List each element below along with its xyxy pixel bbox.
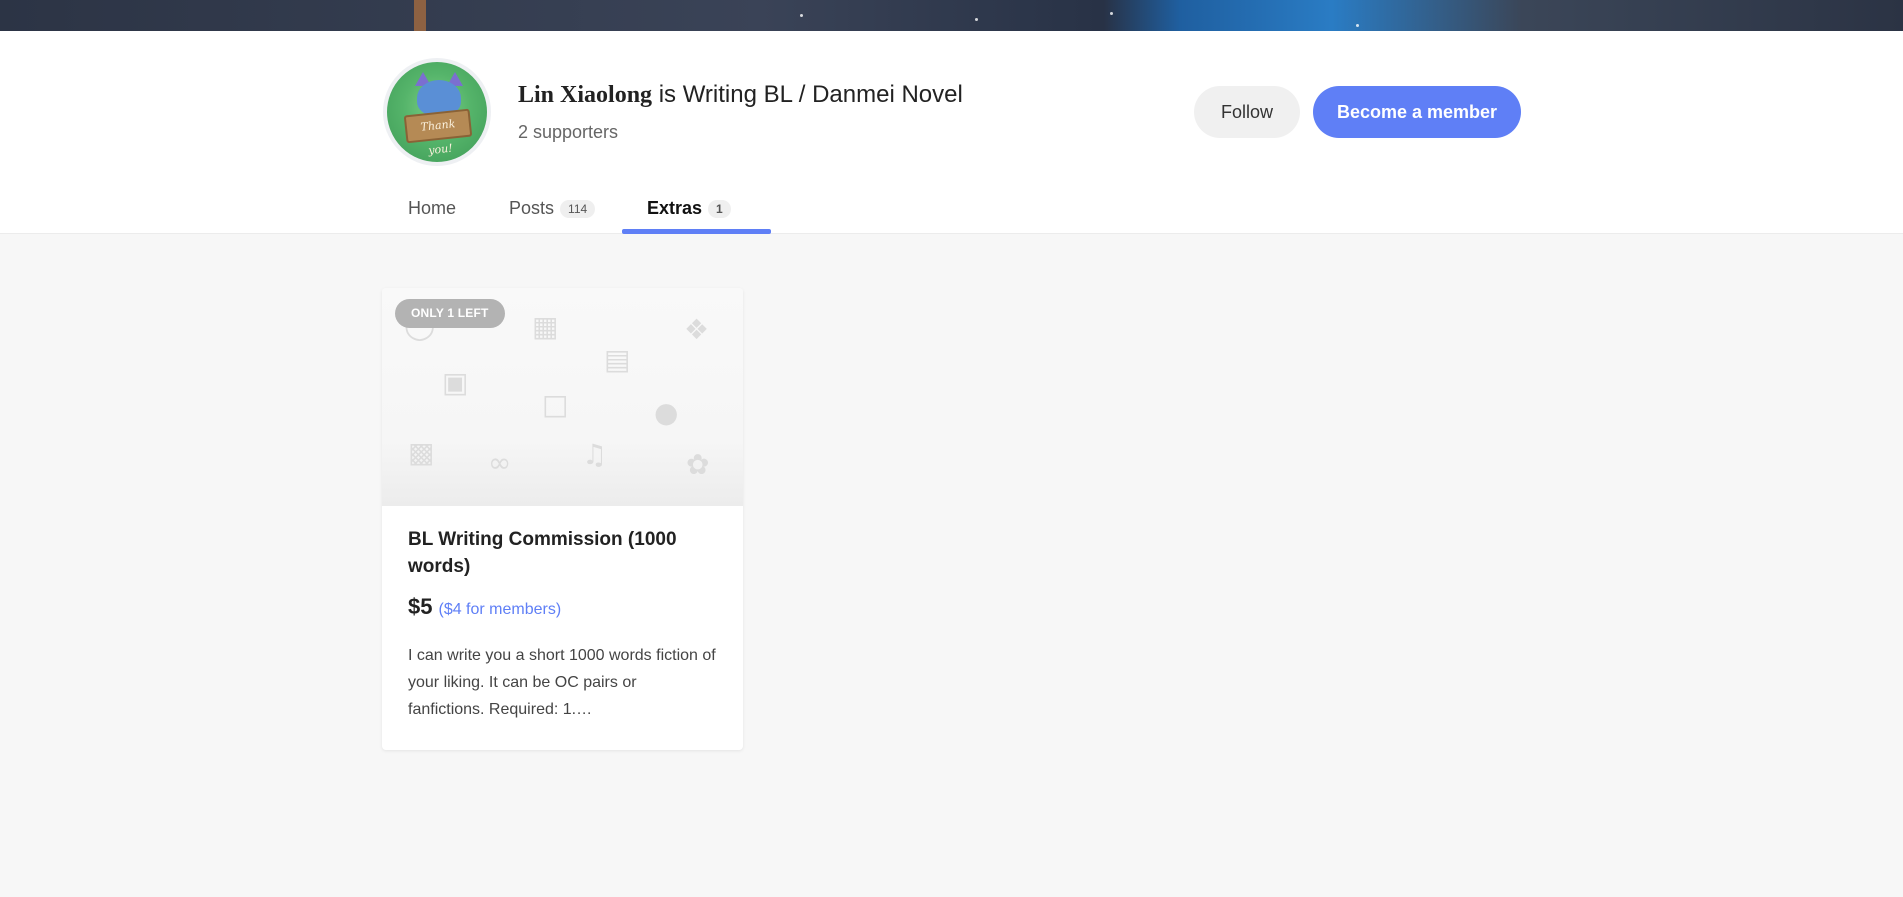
page-title: Lin Xiaolong is Writing BL / Danmei Nove…	[518, 81, 963, 109]
tab-label: Posts	[509, 198, 555, 218]
tab-count-badge: 114	[560, 200, 596, 219]
stock-badge: ONLY 1 LEFT	[395, 299, 505, 328]
tab-home[interactable]: Home	[383, 191, 481, 234]
tab-label: Extras	[647, 198, 703, 218]
follow-button[interactable]: Follow	[1194, 86, 1300, 138]
extra-title[interactable]: BL Writing Commission (1000 words)	[408, 526, 717, 580]
lock-icon: ▩	[408, 436, 435, 469]
tab-extras[interactable]: Extras 1	[622, 191, 771, 234]
star-decoration	[975, 18, 978, 21]
tab-count-badge: 1	[708, 200, 731, 219]
microphone-icon: ●	[654, 396, 679, 429]
banner-stripe	[414, 0, 426, 31]
link-icon: ∞	[488, 446, 512, 479]
extra-description: I can write you a short 1000 words ficti…	[408, 647, 716, 718]
extra-price: $5	[408, 594, 433, 619]
supporter-count[interactable]: 2 supporters	[518, 122, 618, 143]
cover-banner	[0, 0, 1903, 31]
palette-icon: ✿	[686, 448, 710, 481]
star-decoration	[800, 14, 803, 17]
price-row: $5 ($4 for members)	[408, 594, 717, 620]
star-decoration	[1110, 12, 1113, 15]
avatar-sign-text: Thank you!	[403, 108, 473, 157]
film-icon: ▤	[604, 343, 631, 376]
avatar[interactable]: Thank you!	[383, 58, 491, 166]
card-image: ◯ ▦ ▤ ❖ ▣ □ ● ▩ ∞ ♫ ✿ ONLY 1 LEFT	[382, 288, 743, 506]
document-icon: ▣	[442, 366, 469, 399]
star-decoration	[1356, 24, 1359, 27]
gamepad-icon: ❖	[684, 313, 710, 346]
become-member-button[interactable]: Become a member	[1313, 86, 1521, 138]
tab-label: Home	[408, 198, 457, 218]
gift-icon: □	[542, 388, 569, 421]
member-price: ($4 for members)	[438, 601, 562, 618]
extra-card[interactable]: ◯ ▦ ▤ ❖ ▣ □ ● ▩ ∞ ♫ ✿ ONLY 1 LEFT BL Wri…	[382, 288, 743, 750]
calendar-icon: ▦	[532, 310, 559, 343]
card-body: BL Writing Commission (1000 words) $5 ($4…	[382, 506, 743, 723]
creator-tagline: is Writing BL / Danmei Novel	[652, 81, 963, 108]
tab-posts[interactable]: Posts 114	[484, 191, 620, 234]
creator-name[interactable]: Lin Xiaolong	[518, 82, 652, 108]
music-icon: ♫	[582, 438, 608, 471]
creator-header: Thank you! Lin Xiaolong is Writing BL / …	[0, 31, 1903, 234]
